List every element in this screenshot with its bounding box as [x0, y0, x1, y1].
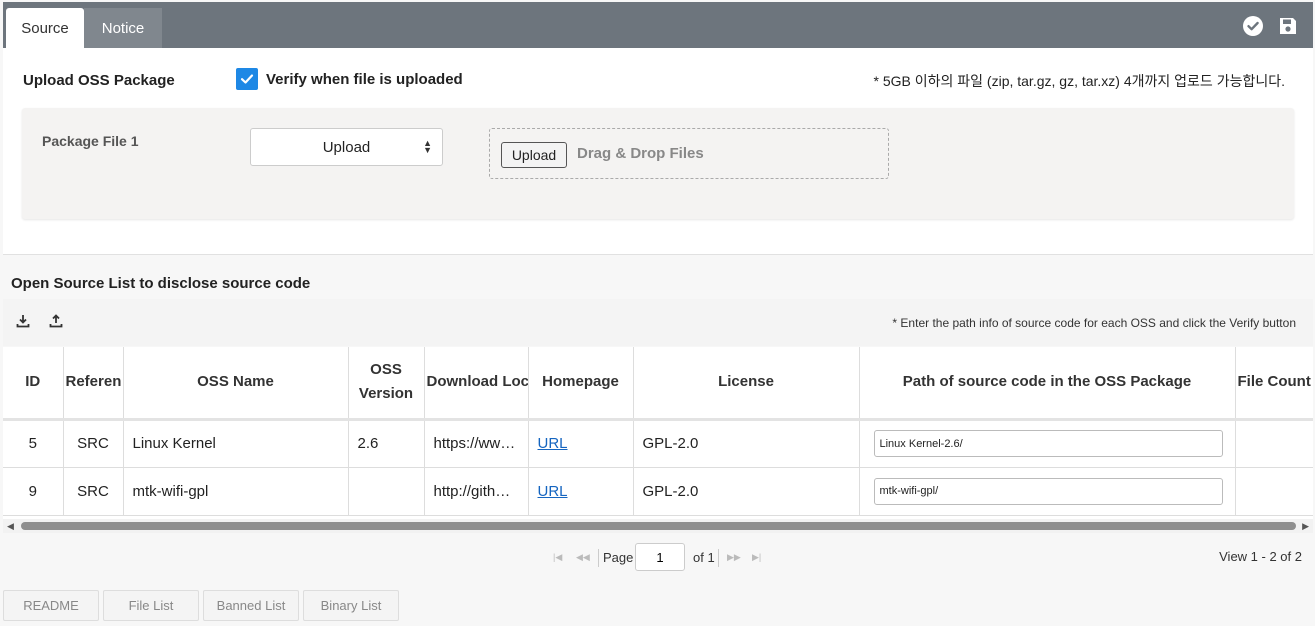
- verify-option: Verify when file is uploaded: [236, 68, 463, 90]
- cell-oss-version: [348, 467, 425, 516]
- first-page-icon[interactable]: |◀: [553, 552, 562, 563]
- readme-tab[interactable]: README: [3, 590, 99, 621]
- page-label: Page: [603, 550, 634, 565]
- scroll-right-icon[interactable]: ▶: [1302, 521, 1309, 532]
- cell-file-count: [1235, 467, 1313, 516]
- cell-oss-version: 2.6: [348, 419, 425, 468]
- tab-notice[interactable]: Notice: [84, 8, 162, 48]
- tab-bar: Source Notice: [3, 2, 1313, 48]
- scroll-thumb[interactable]: [21, 522, 1296, 530]
- pager: |◀ ◀◀ Page of 1 ▶▶ ▶| View 1 - 2 of 2: [3, 533, 1313, 582]
- size-note: * 5GB 이하의 파일 (zip, tar.gz, gz, tar.xz) 4…: [873, 73, 1286, 89]
- list-title: Open Source List to disclose source code: [11, 275, 311, 292]
- grid-note: * Enter the path info of source code for…: [892, 316, 1296, 330]
- cell-path: [859, 419, 1236, 468]
- cell-download-location: https://www.kernel.org: [424, 419, 529, 468]
- col-oss-version[interactable]: OSS Version: [348, 347, 425, 421]
- cell-oss-name: mtk-wifi-gpl: [123, 467, 349, 516]
- tab-source[interactable]: Source: [6, 8, 84, 48]
- cell-oss-name: Linux Kernel: [123, 419, 349, 468]
- banned-list-tab[interactable]: Banned List: [203, 590, 299, 621]
- page-total-label: of 1: [693, 550, 715, 565]
- path-input[interactable]: [873, 430, 1223, 457]
- upload-type-value: Upload: [322, 138, 371, 156]
- col-homepage[interactable]: Homepage: [528, 347, 634, 421]
- package-file-box: Package File 1 Upload ▲ ▼ Upload Drag & D…: [22, 108, 1294, 219]
- cell-file-count: [1235, 419, 1313, 468]
- upload-button[interactable]: Upload: [501, 142, 567, 168]
- col-path[interactable]: Path of source code in the OSS Package: [859, 347, 1236, 421]
- checkmark-icon: [240, 74, 254, 84]
- cell-path: [859, 467, 1236, 516]
- prev-page-icon[interactable]: ◀◀: [576, 552, 590, 563]
- package-file-label: Package File 1: [42, 133, 139, 149]
- verify-checkbox[interactable]: [236, 68, 258, 90]
- grid-header-row: ID Referen OSS Name OSS Version Download…: [3, 347, 1313, 421]
- binary-list-tab[interactable]: Binary List: [303, 590, 399, 621]
- col-oss-name[interactable]: OSS Name: [123, 347, 349, 421]
- cell-reference: SRC: [63, 419, 124, 468]
- upload-type-select[interactable]: Upload ▲ ▼: [250, 128, 443, 166]
- upload-icon[interactable]: [49, 314, 63, 328]
- cell-license: GPL-2.0: [633, 419, 860, 468]
- file-list-tab[interactable]: File List: [103, 590, 199, 621]
- pager-divider: [718, 549, 719, 567]
- cell-homepage: URL: [528, 419, 634, 468]
- col-reference[interactable]: Referen: [63, 347, 124, 421]
- check-circle-icon[interactable]: [1243, 16, 1263, 36]
- col-license[interactable]: License: [633, 347, 860, 421]
- save-icon[interactable]: [1278, 16, 1298, 36]
- pager-divider: [598, 549, 599, 567]
- col-download-location[interactable]: Download Loc: [424, 347, 529, 421]
- path-input[interactable]: [873, 477, 1223, 505]
- cell-homepage: URL: [528, 467, 634, 516]
- page-input[interactable]: [635, 543, 685, 571]
- scroll-left-icon[interactable]: ◀: [7, 521, 14, 532]
- cell-id: 5: [3, 419, 64, 468]
- col-id[interactable]: ID: [3, 347, 64, 421]
- horizontal-scrollbar[interactable]: ◀ ▶: [3, 519, 1313, 533]
- cell-download-location: http://github.com: [424, 467, 529, 516]
- select-arrows-icon: ▲ ▼: [423, 138, 432, 155]
- cell-license: GPL-2.0: [633, 467, 860, 516]
- homepage-link[interactable]: URL: [538, 483, 568, 500]
- cell-id: 9: [3, 467, 64, 516]
- upload-title: Upload OSS Package: [23, 72, 175, 89]
- verify-label: Verify when file is uploaded: [266, 70, 463, 88]
- table-row[interactable]: 9 SRC mtk-wifi-gpl http://github.com URL…: [3, 467, 1313, 516]
- next-page-icon[interactable]: ▶▶: [727, 552, 741, 563]
- oss-grid: ID Referen OSS Name OSS Version Download…: [3, 347, 1313, 519]
- upload-panel: Upload OSS Package Verify when file is u…: [3, 48, 1313, 255]
- file-dropzone[interactable]: Upload Drag & Drop Files: [489, 128, 889, 179]
- col-file-count[interactable]: File Count: [1235, 347, 1313, 421]
- table-row[interactable]: 5 SRC Linux Kernel 2.6 https://www.kerne…: [3, 419, 1313, 468]
- download-icon[interactable]: [16, 314, 30, 328]
- homepage-link[interactable]: URL: [538, 435, 568, 452]
- view-info: View 1 - 2 of 2: [1219, 549, 1302, 564]
- bottom-tabs: README File List Banned List Binary List: [3, 590, 399, 621]
- cell-reference: SRC: [63, 467, 124, 516]
- last-page-icon[interactable]: ▶|: [752, 552, 761, 563]
- grid-toolbar: * Enter the path info of source code for…: [3, 299, 1313, 346]
- dropzone-text: Drag & Drop Files: [577, 145, 704, 162]
